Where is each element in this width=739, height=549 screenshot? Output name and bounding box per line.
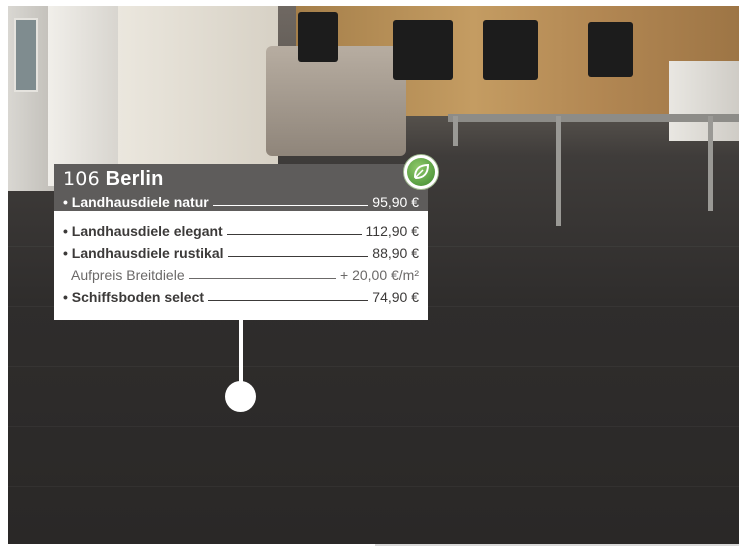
leaf-icon [413, 163, 430, 180]
pillar [48, 6, 118, 186]
price-row-label: Aufpreis Breitdiele [71, 267, 185, 283]
pointer-dot [225, 381, 256, 412]
product-number: 106 [63, 168, 100, 190]
price-card: 106 Berlin • Landhausdiele natur 95,90 €… [54, 164, 428, 320]
price-card-body: • Landhausdiele elegant 112,90 € • Landh… [54, 211, 428, 320]
white-wall [118, 6, 278, 171]
price-row-price: 95,90 € [372, 194, 419, 210]
leader-line [188, 278, 336, 279]
eco-badge-inner [407, 158, 435, 186]
table-leg [556, 116, 561, 226]
price-row: • Landhausdiele rustikal 88,90 € [63, 243, 419, 261]
page-divider [375, 544, 739, 546]
price-row-label: • Schiffsboden select [63, 289, 205, 305]
price-row-label: • Landhausdiele natur [63, 194, 209, 210]
product-name: Berlin [105, 168, 164, 190]
leader-line [227, 256, 369, 257]
office-chair [393, 20, 453, 80]
table-leg [453, 116, 458, 146]
pointer-stem [239, 320, 243, 385]
lounge-chair [669, 61, 739, 141]
leader-line [208, 300, 369, 301]
price-row-label: • Landhausdiele rustikal [63, 245, 224, 261]
price-row-price: + 20,00 €/m² [340, 267, 419, 283]
table-leg [708, 116, 713, 211]
glass-table [448, 114, 739, 122]
price-row: Aufpreis Breitdiele + 20,00 €/m² [63, 265, 419, 283]
armchair [266, 46, 406, 156]
product-title: 106 Berlin [63, 168, 164, 191]
window [14, 18, 38, 92]
leader-line [212, 205, 369, 206]
price-row-main: • Landhausdiele natur 95,90 € [63, 192, 419, 210]
eco-leaf-icon [403, 154, 439, 190]
price-card-header: 106 Berlin • Landhausdiele natur 95,90 € [54, 164, 428, 211]
price-row-price: 74,90 € [372, 289, 419, 305]
office-chair [483, 20, 538, 80]
office-chair [588, 22, 633, 77]
price-row-label: • Landhausdiele elegant [63, 223, 223, 239]
price-row-price: 88,90 € [372, 245, 419, 261]
price-row-price: 112,90 € [365, 223, 419, 239]
office-chair [298, 12, 338, 62]
leader-line [226, 234, 362, 235]
price-row: • Landhausdiele elegant 112,90 € [63, 221, 419, 239]
price-row: • Schiffsboden select 74,90 € [63, 287, 419, 305]
